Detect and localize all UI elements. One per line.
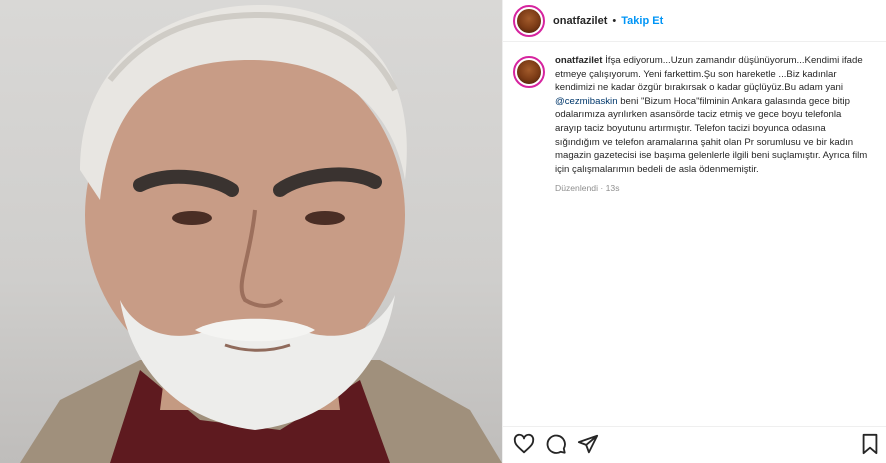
bookmark-icon[interactable]	[859, 433, 881, 455]
caption-text: onatfazilet İfşa ediyorum...Uzun zamandı…	[555, 54, 870, 176]
heart-icon[interactable]	[513, 433, 535, 455]
follow-button[interactable]: Takip Et	[621, 15, 663, 27]
mention-link[interactable]: @cezmibaskin	[555, 96, 618, 107]
post-panel: onatfazilet • Takip Et onatfazilet İfşa …	[502, 0, 886, 463]
post-header: onatfazilet • Takip Et	[503, 0, 886, 42]
share-icon[interactable]	[577, 433, 599, 455]
comment-icon[interactable]	[545, 433, 567, 455]
edited-timestamp: Düzenlendi · 13s	[555, 183, 620, 194]
author-avatar[interactable]	[513, 4, 545, 37]
author-username[interactable]: onatfazilet	[553, 15, 607, 27]
portrait-photo	[20, 5, 502, 463]
action-bar	[503, 426, 886, 463]
caption-text-part1: İfşa ediyorum...Uzun zamandır düşünüyoru…	[555, 55, 863, 94]
caption-text-part2: beni "Bizum Hoca"filminin Ankara galasın…	[555, 95, 868, 175]
caption-username[interactable]: onatfazilet	[555, 55, 602, 66]
separator-dot: •	[612, 14, 617, 27]
caption-body: onatfazilet İfşa ediyorum...Uzun zamandı…	[555, 54, 870, 196]
caption-avatar[interactable]	[513, 56, 545, 88]
post-image[interactable]	[0, 0, 502, 463]
caption: onatfazilet İfşa ediyorum...Uzun zamandı…	[503, 42, 886, 196]
